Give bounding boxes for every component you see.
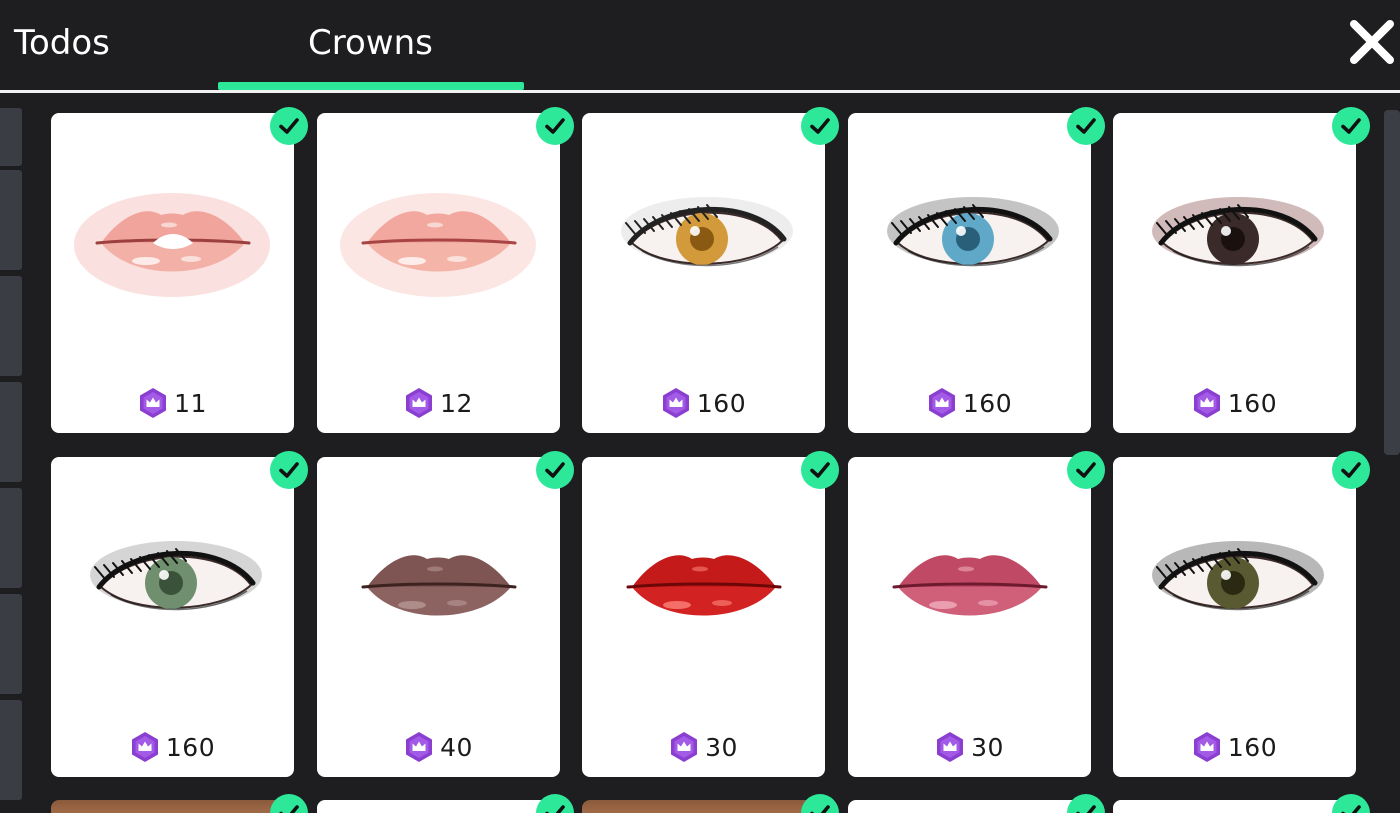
owned-check-badge xyxy=(270,794,308,813)
item-card[interactable]: 160 xyxy=(1113,451,1370,777)
item-card[interactable]: 12 xyxy=(317,107,574,433)
item-card[interactable] xyxy=(1113,794,1370,813)
price-tag: 30 xyxy=(848,729,1091,765)
lips-art xyxy=(340,193,536,297)
eye-art xyxy=(1152,197,1324,267)
item-preview xyxy=(1113,497,1356,667)
crown-gem-icon xyxy=(671,732,698,762)
price-value: 40 xyxy=(440,732,473,762)
item-card[interactable]: 30 xyxy=(582,451,839,777)
price-value: 12 xyxy=(440,388,473,418)
price-value: 160 xyxy=(696,388,747,418)
item-preview xyxy=(317,497,560,667)
check-icon xyxy=(1341,462,1361,478)
lips-art xyxy=(74,193,270,297)
crown-gem-icon xyxy=(928,388,955,418)
item-card[interactable]: 160 xyxy=(1113,107,1370,433)
eye-art xyxy=(1152,541,1324,611)
price-value: 160 xyxy=(1227,388,1278,418)
lips-art xyxy=(361,555,517,616)
item-card[interactable]: 40 xyxy=(317,451,574,777)
owned-check-badge xyxy=(1332,451,1370,489)
owned-check-badge xyxy=(270,451,308,489)
owned-check-badge xyxy=(1332,794,1370,813)
item-preview xyxy=(582,497,825,667)
check-icon xyxy=(810,805,830,813)
eye-art xyxy=(887,197,1059,267)
item-preview xyxy=(51,497,294,667)
owned-check-badge xyxy=(536,451,574,489)
item-grid: 11 12 160 160 160 160 40 30 30 160 xyxy=(0,0,1400,813)
owned-check-badge xyxy=(801,451,839,489)
item-card[interactable]: 160 xyxy=(582,107,839,433)
price-tag: 160 xyxy=(51,729,294,765)
item-card[interactable] xyxy=(317,794,574,813)
item-card[interactable]: 11 xyxy=(51,107,308,433)
check-icon xyxy=(1076,118,1096,134)
price-value: 11 xyxy=(174,388,207,418)
check-icon xyxy=(1076,462,1096,478)
item-card[interactable]: 160 xyxy=(848,107,1105,433)
crown-gem-icon xyxy=(937,732,964,762)
crown-gem-icon xyxy=(1193,732,1220,762)
item-card[interactable]: 160 xyxy=(51,451,308,777)
item-card[interactable] xyxy=(848,794,1105,813)
item-preview xyxy=(51,153,294,323)
price-tag: 160 xyxy=(1113,729,1356,765)
item-preview xyxy=(848,497,1091,667)
owned-check-badge xyxy=(1067,794,1105,813)
price-tag: 160 xyxy=(848,385,1091,421)
item-card[interactable] xyxy=(582,794,839,813)
crown-gem-icon xyxy=(662,388,689,418)
owned-check-badge xyxy=(801,107,839,145)
crown-gem-icon xyxy=(1193,388,1220,418)
check-icon xyxy=(1076,805,1096,813)
check-icon xyxy=(810,118,830,134)
owned-check-badge xyxy=(1067,107,1105,145)
price-tag: 160 xyxy=(582,385,825,421)
check-icon xyxy=(279,118,299,134)
item-card[interactable]: 30 xyxy=(848,451,1105,777)
lips-art xyxy=(626,555,782,616)
owned-check-badge xyxy=(1332,107,1370,145)
price-value: 160 xyxy=(1227,732,1278,762)
price-value: 160 xyxy=(962,388,1013,418)
owned-check-badge xyxy=(536,794,574,813)
price-tag: 160 xyxy=(1113,385,1356,421)
check-icon xyxy=(279,805,299,813)
check-icon xyxy=(1341,118,1361,134)
price-value: 160 xyxy=(165,732,216,762)
eye-art xyxy=(90,541,262,611)
check-icon xyxy=(545,805,565,813)
price-tag: 12 xyxy=(317,385,560,421)
crown-gem-icon xyxy=(406,732,433,762)
owned-check-badge xyxy=(270,107,308,145)
check-icon xyxy=(279,462,299,478)
owned-check-badge xyxy=(801,794,839,813)
crown-gem-icon xyxy=(406,388,433,418)
item-card[interactable] xyxy=(51,794,308,813)
price-value: 30 xyxy=(971,732,1004,762)
check-icon xyxy=(1341,805,1361,813)
price-tag: 30 xyxy=(582,729,825,765)
item-preview xyxy=(848,153,1091,323)
eye-art xyxy=(621,197,793,267)
price-tag: 40 xyxy=(317,729,560,765)
crown-gem-icon xyxy=(140,388,167,418)
item-preview xyxy=(1113,153,1356,323)
makeup-store-screen: Todos Crowns 11 12 160 160 160 160 40 30 30 160 xyxy=(0,0,1400,813)
check-icon xyxy=(545,118,565,134)
price-tag: 11 xyxy=(51,385,294,421)
crown-gem-icon xyxy=(131,732,158,762)
item-preview xyxy=(317,153,560,323)
item-preview xyxy=(582,153,825,323)
check-icon xyxy=(545,462,565,478)
owned-check-badge xyxy=(1067,451,1105,489)
price-value: 30 xyxy=(705,732,738,762)
lips-art xyxy=(892,555,1048,616)
check-icon xyxy=(810,462,830,478)
owned-check-badge xyxy=(536,107,574,145)
